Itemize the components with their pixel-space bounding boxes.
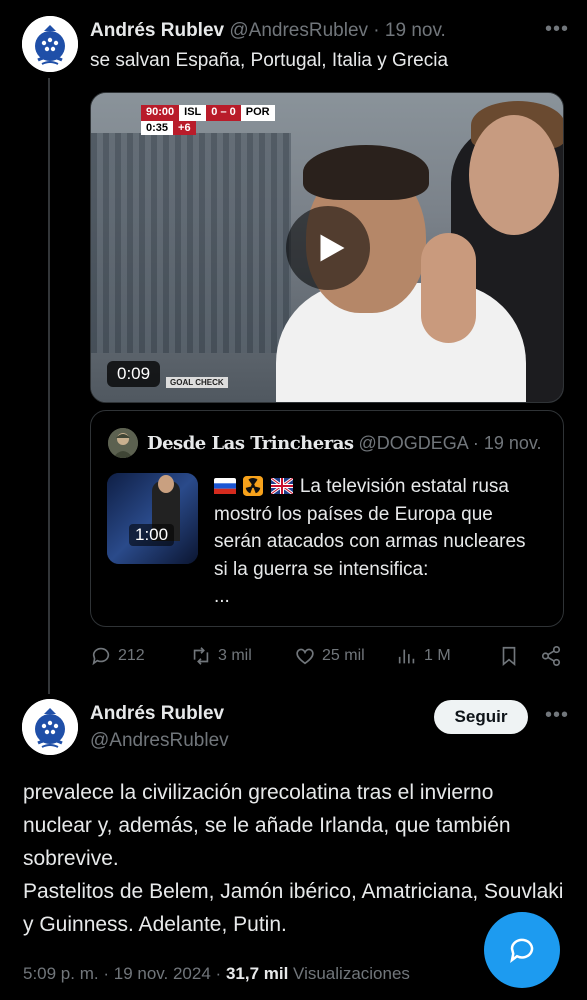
separator-dot: · bbox=[373, 20, 380, 41]
quoted-author-handle[interactable]: @DOGDEGA bbox=[359, 433, 468, 453]
pomegranate-logo-icon bbox=[22, 16, 78, 72]
uk-flag-icon bbox=[270, 478, 293, 494]
views-count: 1 M bbox=[424, 647, 451, 664]
follow-button[interactable]: Seguir bbox=[434, 700, 528, 734]
quoted-date[interactable]: 19 nov. bbox=[484, 433, 542, 453]
heart-icon bbox=[296, 648, 314, 665]
quoted-author-name[interactable]: Desde Las Trincheras bbox=[147, 433, 354, 454]
scoreboard-home: ISL bbox=[179, 105, 207, 121]
tweet-meta: 5:09 p. m. · 19 nov. 2024 · 31,7 mil Vis… bbox=[23, 964, 410, 984]
play-button[interactable] bbox=[286, 206, 370, 290]
quoted-header: Desde Las Trincheras @DOGDEGA · 19 nov. bbox=[147, 433, 547, 454]
video-frame-hand bbox=[421, 233, 476, 343]
tweet-header: Andrés Rublev @AndresRublev · 19 nov. bbox=[90, 20, 569, 44]
like-button[interactable]: 25 mil bbox=[294, 645, 365, 667]
play-icon bbox=[320, 234, 345, 262]
share-icon bbox=[541, 646, 561, 666]
reply-count: 212 bbox=[118, 647, 145, 664]
retweet-icon bbox=[193, 647, 209, 665]
views-button[interactable]: 1 M bbox=[396, 645, 451, 667]
author-name[interactable]: Andrés Rublev bbox=[90, 703, 224, 725]
video-frame-player-hair bbox=[303, 145, 429, 200]
tweet-text-line: prevalece la civilización grecolatina tr… bbox=[23, 781, 511, 870]
thread-connector-line bbox=[48, 78, 50, 694]
views-label: Visualizaciones bbox=[293, 964, 410, 983]
scoreboard-added-time: 0:35 +6 bbox=[141, 121, 196, 135]
scoreboard-added: +6 bbox=[173, 121, 196, 135]
scoreboard-sub-time: 0:35 bbox=[141, 121, 174, 135]
separator-dot: · bbox=[472, 433, 479, 453]
views-chart-icon bbox=[398, 649, 415, 664]
tweet-time[interactable]: 5:09 p. m. bbox=[23, 964, 99, 983]
reply-button[interactable]: 212 bbox=[90, 645, 145, 667]
tweet-text: se salvan España, Portugal, Italia y Gre… bbox=[90, 50, 449, 71]
quoted-text: La televisión estatal rusa mostró los pa… bbox=[214, 473, 544, 611]
scoreboard-score: 0 – 0 bbox=[206, 105, 241, 121]
soldier-avatar-icon bbox=[108, 428, 138, 458]
like-count: 25 mil bbox=[322, 647, 365, 664]
tweet-actions-bar: 212 3 mil 25 mil 1 M bbox=[90, 645, 565, 669]
separator-dot: · bbox=[215, 964, 222, 983]
video-caption: GOAL CHECK bbox=[166, 377, 228, 388]
separator-dot: · bbox=[103, 964, 110, 983]
retweet-button[interactable]: 3 mil bbox=[190, 645, 252, 667]
quoted-video-duration: 1:00 bbox=[129, 524, 175, 546]
tweet-text: prevalece la civilización grecolatina tr… bbox=[23, 776, 568, 941]
scoreboard: 90:00 ISL 0 – 0 POR bbox=[141, 105, 275, 121]
views-count: 31,7 mil bbox=[225, 964, 289, 983]
avatar[interactable] bbox=[22, 16, 78, 72]
scoreboard-time: 90:00 bbox=[141, 105, 180, 121]
video-duration: 0:09 bbox=[107, 361, 161, 387]
quoted-text-ellipsis: ... bbox=[214, 586, 230, 607]
video-frame-referee-head bbox=[469, 115, 559, 235]
thumbnail-figure-head bbox=[158, 475, 174, 493]
reply-icon bbox=[92, 647, 110, 666]
video-frame-stands bbox=[91, 133, 291, 353]
scoreboard-away: POR bbox=[240, 105, 275, 121]
bookmark-button[interactable] bbox=[498, 645, 526, 667]
quoted-tweet[interactable]: Desde Las Trincheras @DOGDEGA · 19 nov. … bbox=[90, 410, 564, 627]
author-name[interactable]: Andrés Rublev bbox=[90, 20, 224, 41]
author-handle[interactable]: @AndresRublev bbox=[229, 20, 368, 41]
quoted-avatar[interactable] bbox=[108, 428, 138, 458]
quoted-video-thumbnail[interactable]: 1:00 bbox=[107, 473, 198, 564]
author-handle[interactable]: @AndresRublev bbox=[90, 730, 229, 752]
video-player[interactable]: 90:00 ISL 0 – 0 POR 0:35 +6 GOAL CHECK 0… bbox=[90, 92, 564, 403]
radioactive-icon bbox=[243, 476, 264, 496]
compose-reply-button[interactable] bbox=[484, 912, 560, 988]
retweet-count: 3 mil bbox=[218, 647, 252, 664]
tweet-date[interactable]: 19 nov. bbox=[385, 20, 446, 41]
russia-flag-icon bbox=[214, 478, 236, 494]
more-options-icon[interactable]: ••• bbox=[545, 704, 569, 727]
tweet-text-line: Pastelitos de Belem, Jamón ibérico, Amat… bbox=[23, 880, 564, 936]
bookmark-icon bbox=[502, 646, 516, 667]
chat-bubble-icon bbox=[510, 938, 534, 963]
avatar[interactable] bbox=[22, 699, 78, 755]
more-options-icon[interactable]: ••• bbox=[545, 18, 569, 41]
share-button[interactable] bbox=[540, 645, 568, 667]
tweet-date[interactable]: 19 nov. 2024 bbox=[114, 964, 211, 983]
pomegranate-logo-icon bbox=[22, 699, 78, 755]
